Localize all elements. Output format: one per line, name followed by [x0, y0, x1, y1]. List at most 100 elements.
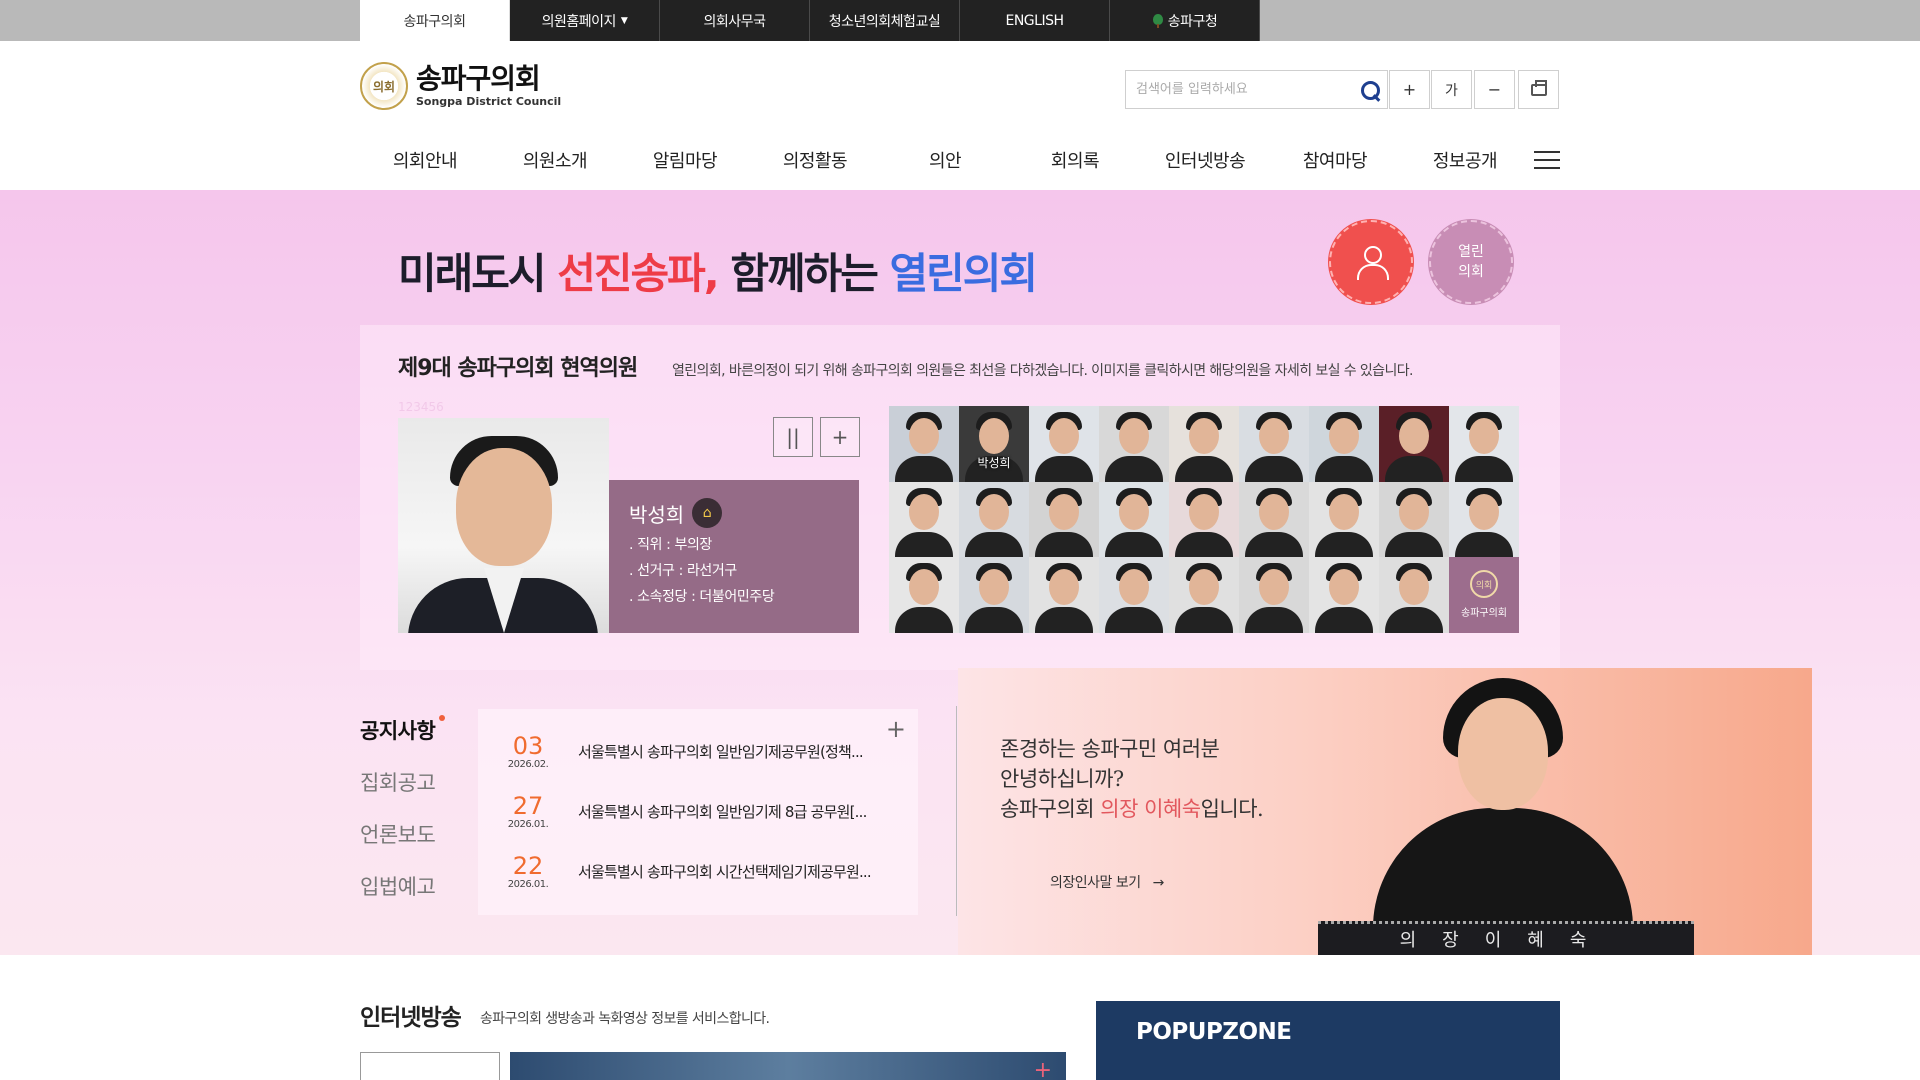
notice-tabs: 공지사항 집회공고 언론보도 입법예고: [360, 715, 446, 923]
member-thumbnail[interactable]: [959, 557, 1029, 633]
chair-greeting-banner: 존경하는 송파구민 여러분 안녕하십니까? 송파구의회 의장 이혜숙입니다. 의…: [958, 668, 1812, 955]
popup-zone-title: POPUPZONE: [1136, 1019, 1292, 1045]
member-thumbnail[interactable]: [1099, 481, 1169, 558]
member-thumbnail[interactable]: [1449, 481, 1519, 558]
open-council-button[interactable]: 열린 의회: [1429, 220, 1513, 304]
pause-button[interactable]: ||: [773, 417, 813, 457]
members-panel: 제9대 송파구의회 현역의원 열린의회, 바른의정이 되기 위해 송파구의회 의…: [360, 325, 1560, 670]
list-item[interactable]: 27 2026.01. 서울특별시 송파구의회 일반임기제 8급 공무원[...: [478, 781, 918, 841]
broadcast-tab[interactable]: [360, 1052, 500, 1080]
nav-member-intro[interactable]: 의원소개: [490, 147, 620, 173]
member-thumbnail[interactable]: [1379, 481, 1449, 558]
logo-title: 송파구의회: [416, 62, 541, 95]
tab-english[interactable]: ENGLISH: [960, 0, 1110, 41]
user-login-button[interactable]: [1329, 220, 1413, 304]
member-thumbnail[interactable]: [959, 481, 1029, 558]
tab-press[interactable]: 언론보도: [360, 819, 436, 849]
search-input[interactable]: [1126, 71, 1351, 108]
member-thumbnail[interactable]: [1029, 557, 1099, 633]
main-navigation: 의회안내 의원소개 알림마당 의정활동 의안 회의록 인터넷방송 참여마당 정보…: [360, 140, 1560, 180]
zoom-in-button[interactable]: +: [1389, 70, 1430, 109]
member-thumbnail[interactable]: [1169, 406, 1239, 482]
broadcast-description: 송파구의회 생방송과 녹화영상 정보를 서비스합니다.: [480, 1011, 770, 1027]
tab-legislative-notice[interactable]: 입법예고: [360, 871, 436, 901]
nav-council-activities[interactable]: 의정활동: [750, 147, 880, 173]
member-thumbnail[interactable]: [1099, 406, 1169, 482]
chair-photo: [1353, 668, 1653, 955]
chevron-down-icon: ▼: [620, 15, 628, 26]
nav-council-guide[interactable]: 의회안내: [360, 147, 490, 173]
featured-member-card: 박성희 ⌂ . 직위 : 부의장 . 선거구 : 라선거구 . 소속정당 : 더불…: [609, 480, 859, 633]
notice-list: + 03 2026.02. 서울특별시 송파구의회 일반임기제공무원(정책... …: [478, 709, 918, 915]
site-logo[interactable]: 의회 송파구의회 Songpa District Council: [360, 62, 561, 110]
members-description: 열린의회, 바른의정이 되기 위해 송파구의회 의원들은 최선을 다하겠습니다.…: [672, 363, 1413, 379]
member-thumbnail[interactable]: [1029, 406, 1099, 482]
member-thumbnail-grid: 박성희의회 송파구의회: [889, 406, 1519, 633]
popup-zone: POPUPZONE: [1096, 1001, 1560, 1080]
member-thumbnail[interactable]: [1309, 406, 1379, 482]
member-thumbnail[interactable]: [1099, 557, 1169, 633]
broadcast-title: 인터넷방송: [360, 1005, 462, 1031]
member-thumbnail[interactable]: [1169, 481, 1239, 558]
broadcast-more-button[interactable]: +: [1034, 1058, 1052, 1080]
thumbnail-label: 박성희: [977, 456, 1011, 470]
chair-message: 존경하는 송파구민 여러분 안녕하십니까? 송파구의회 의장 이혜숙입니다.: [1000, 737, 1264, 821]
search-bar: [1125, 70, 1388, 109]
broadcast-video[interactable]: +: [510, 1052, 1066, 1080]
chair-nameplate: 의장이혜숙: [1318, 921, 1694, 955]
print-button[interactable]: [1518, 70, 1559, 109]
tab-member-homepage[interactable]: 의원홈페이지 ▼: [510, 0, 660, 41]
site-tabs: 송파구의회 의원홈페이지 ▼ 의회사무국 청소년의회체험교실 ENGLISH 송파…: [360, 0, 1260, 41]
tab-secretariat[interactable]: 의회사무국: [660, 0, 810, 41]
tab-youth-council[interactable]: 청소년의회체험교실: [810, 0, 960, 41]
nav-bills[interactable]: 의안: [880, 147, 1010, 173]
tab-songpa-council[interactable]: 송파구의회: [360, 0, 510, 41]
nav-information-disclosure[interactable]: 정보공개: [1400, 147, 1530, 173]
member-thumbnail[interactable]: [1309, 481, 1379, 558]
tab-assembly-notice[interactable]: 집회공고: [360, 767, 436, 797]
chair-greeting-link[interactable]: 의장인사말 보기 →: [1050, 872, 1164, 892]
nav-participation[interactable]: 참여마당: [1270, 147, 1400, 173]
search-icon[interactable]: [1351, 72, 1387, 108]
member-thumbnail[interactable]: [1029, 481, 1099, 558]
font-size-button[interactable]: 가: [1431, 70, 1472, 109]
user-icon: [1356, 246, 1389, 280]
hero-slogan: 미래도시 선진송파, 함께하는 열린의회: [398, 249, 1038, 298]
nav-internet-broadcast[interactable]: 인터넷방송: [1140, 147, 1270, 173]
member-thumbnail[interactable]: [889, 481, 959, 558]
member-thumbnail[interactable]: [889, 557, 959, 633]
list-item[interactable]: 03 2026.02. 서울특별시 송파구의회 일반임기제공무원(정책...: [478, 721, 918, 781]
member-thumbnail[interactable]: [1239, 557, 1309, 633]
member-thumbnail[interactable]: [1379, 557, 1449, 633]
featured-member-photo[interactable]: [398, 418, 609, 633]
member-thumbnail[interactable]: 박성희: [959, 406, 1029, 482]
menu-icon[interactable]: [1534, 151, 1560, 169]
list-item[interactable]: 22 2026.01. 서울특별시 송파구의회 시간선택제임기제공무원...: [478, 841, 918, 901]
council-emblem-icon: 의회: [1470, 570, 1498, 599]
member-thumbnail[interactable]: [1449, 406, 1519, 482]
members-title: 제9대 송파구의회 현역의원: [398, 356, 638, 381]
arrow-right-icon: →: [1152, 875, 1165, 891]
member-thumbnail[interactable]: [1379, 406, 1449, 482]
council-emblem-icon: 의회: [360, 62, 408, 110]
member-thumbnail[interactable]: [889, 406, 959, 482]
member-thumbnail[interactable]: [1169, 557, 1239, 633]
nav-minutes[interactable]: 회의록: [1010, 147, 1140, 173]
member-party: . 소속정당 : 더불어민주당: [629, 589, 775, 605]
tree-icon: [1152, 13, 1164, 28]
zoom-out-button[interactable]: −: [1474, 70, 1515, 109]
member-district: . 선거구 : 라선거구: [629, 563, 737, 579]
home-icon[interactable]: ⌂: [692, 498, 723, 528]
member-thumbnail[interactable]: [1239, 481, 1309, 558]
tab-songpa-office[interactable]: 송파구청: [1110, 0, 1260, 41]
member-thumbnail[interactable]: [1239, 406, 1309, 482]
section-divider: [956, 706, 957, 916]
tab-notice[interactable]: 공지사항: [360, 715, 446, 745]
member-thumbnail[interactable]: [1309, 557, 1379, 633]
slide-indicator: 123456: [398, 400, 444, 414]
council-thumbnail[interactable]: 의회 송파구의회: [1449, 557, 1519, 633]
nav-notice-board[interactable]: 알림마당: [620, 147, 750, 173]
member-position: . 직위 : 부의장: [629, 537, 712, 553]
printer-icon: [1530, 79, 1547, 96]
more-members-button[interactable]: +: [820, 417, 860, 457]
